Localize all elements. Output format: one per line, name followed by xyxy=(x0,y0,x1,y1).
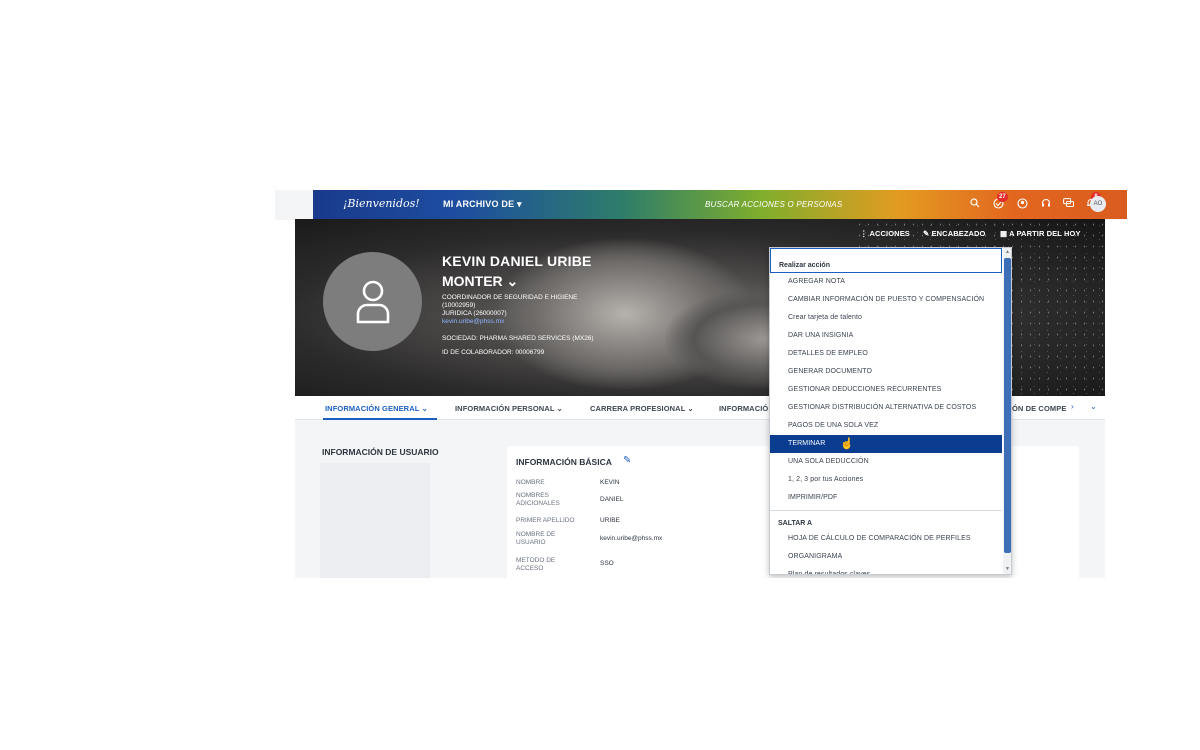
menu-item[interactable]: GENERAR DOCUMENTO xyxy=(770,363,1002,381)
menu-item[interactable]: ORGANIGRAMA xyxy=(770,548,1002,566)
field-label: PRIMER APELLIDO xyxy=(516,517,575,524)
action-filter-input[interactable]: Realizar acción xyxy=(770,248,1002,273)
field-label: NOMBRE xyxy=(516,479,545,486)
edit-pencil-icon[interactable]: ✎ xyxy=(623,455,631,466)
top-navigation-bar: ¡Bienvenidos! MI ARCHIVO DE ▾ BUSCAR ACC… xyxy=(313,190,1127,219)
menu-item[interactable]: HOJA DE CÁLCULO DE COMPARACIÓN DE PERFIL… xyxy=(770,530,1002,548)
field-label: NOMBRE DE USUARIO xyxy=(516,531,556,546)
field-label: METODO DE ACCESO xyxy=(516,557,556,572)
approvals-badge: 27 xyxy=(997,192,1008,202)
active-tab-indicator xyxy=(323,418,437,420)
dropdown-header: Realizar acción xyxy=(779,262,830,269)
user-info-sidebar xyxy=(320,463,430,578)
employee-position: COORDINADOR DE SEGURIDAD E HIGIENE xyxy=(442,294,578,301)
header-edit-button[interactable]: ✎ ENCABEZADO xyxy=(923,229,986,238)
employee-department: JURIDICA (26000007) xyxy=(442,310,507,317)
menu-item[interactable]: DETALLES DE EMPLEO xyxy=(770,345,1002,363)
menu-item[interactable]: CAMBIAR INFORMACIÓN DE PUESTO Y COMPENSA… xyxy=(770,291,1002,309)
page-margin xyxy=(275,220,295,578)
hand-cursor-icon: ☝ xyxy=(840,438,854,450)
tab-compensation[interactable]: ÓN DE COMPE xyxy=(1012,404,1066,413)
field-value: URIBE xyxy=(600,517,620,524)
headset-icon[interactable] xyxy=(1041,198,1051,212)
employee-position-code: (10002959) xyxy=(442,302,476,309)
menu-item[interactable]: IMPRIMIR/PDF xyxy=(770,489,1002,507)
menu-item-selected[interactable]: TERMINAR xyxy=(770,435,1002,453)
employee-email-link[interactable]: kevin.uribe@phss.mx xyxy=(442,318,504,326)
chevron-down-icon[interactable]: ⌄ xyxy=(1090,402,1097,411)
tab-career[interactable]: CARRERA PROFESIONAL ⌄ xyxy=(590,404,694,413)
menu-item[interactable]: Crear tarjeta de talento xyxy=(770,309,1002,327)
menu-item[interactable]: PAGOS DE UNA SOLA VEZ xyxy=(770,417,1002,435)
employee-name: KEVIN DANIEL URIBE xyxy=(442,253,592,269)
tab-information[interactable]: INFORMACIÓ xyxy=(719,404,768,413)
menu-item[interactable]: UNA SOLA DEDUCCIÓN xyxy=(770,453,1002,471)
tab-personal-info[interactable]: INFORMACIÓN PERSONAL ⌄ xyxy=(455,404,563,413)
people-icon[interactable] xyxy=(1017,198,1028,213)
menu-item[interactable]: Plan de resultados claves xyxy=(770,566,1002,574)
menu-item[interactable]: GESTIONAR DEDUCCIONES RECURRENTES xyxy=(770,381,1002,399)
dropdown-scrollbar-thumb[interactable] xyxy=(1004,258,1011,553)
page-margin xyxy=(1105,220,1127,578)
search-icon[interactable] xyxy=(970,198,980,212)
menu-divider xyxy=(770,510,1002,511)
menu-item[interactable]: DAR UNA INSIGNIA xyxy=(770,327,1002,345)
basic-info-title: INFORMACIÓN BÁSICA xyxy=(516,457,612,467)
as-of-date-button[interactable]: ▦ A PARTIR DEL HOY xyxy=(1000,229,1081,238)
my-file-menu[interactable]: MI ARCHIVO DE ▾ xyxy=(443,199,522,210)
scroll-up-icon[interactable]: ▲ xyxy=(1005,249,1010,255)
field-label: NOMBRES ADICIONALES xyxy=(516,492,560,507)
field-value: kevin.uribe@phss.mx xyxy=(600,535,663,542)
field-value: SSO xyxy=(600,560,614,567)
menu-item[interactable]: GESTIONAR DISTRIBUCIÓN ALTERNATIVA DE CO… xyxy=(770,399,1002,417)
tab-general-info[interactable]: INFORMACIÓN GENERAL ⌄ xyxy=(325,404,428,413)
actions-dropdown: Realizar acción AGREGAR NOTA CAMBIAR INF… xyxy=(769,247,1012,575)
jump-to-heading: SALTAR A xyxy=(778,520,813,527)
field-value: DANIEL xyxy=(600,496,624,503)
actions-button[interactable]: ⋮ ACCIONES xyxy=(860,229,910,238)
employee-id: ID DE COLABORADOR: 00006799 xyxy=(442,349,545,356)
chevron-right-icon[interactable]: › xyxy=(1071,402,1074,411)
user-avatar[interactable]: AO xyxy=(1090,196,1106,212)
field-value: KEVIN xyxy=(600,479,620,486)
search-input[interactable]: BUSCAR ACCIONES O PERSONAS xyxy=(705,200,842,209)
welcome-logo[interactable]: ¡Bienvenidos! xyxy=(343,197,420,210)
menu-item[interactable]: AGREGAR NOTA xyxy=(770,273,1002,291)
profile-photo[interactable] xyxy=(323,252,422,351)
employee-company: SOCIEDAD: PHARMA SHARED SERVICES (MX26) xyxy=(442,335,594,342)
menu-item[interactable]: 1, 2, 3 por tus Acciones xyxy=(770,471,1002,489)
employee-name-menu[interactable]: MONTER ⌄ xyxy=(442,273,518,290)
scroll-down-icon[interactable]: ▼ xyxy=(1005,566,1010,572)
user-info-heading: INFORMACIÓN DE USUARIO xyxy=(322,447,439,457)
app-window: ¡Bienvenidos! MI ARCHIVO DE ▾ BUSCAR ACC… xyxy=(275,190,1127,578)
chat-icon[interactable] xyxy=(1063,198,1074,212)
